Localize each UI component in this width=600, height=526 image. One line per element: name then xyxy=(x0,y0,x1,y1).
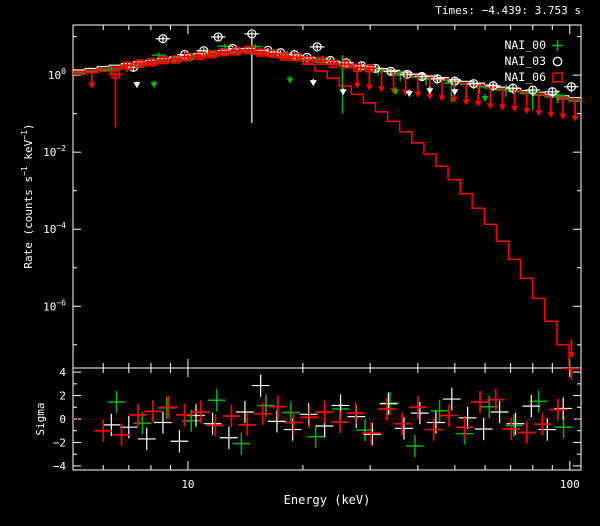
y-tick-label: 100 xyxy=(48,67,66,82)
x-tick-label: 10 xyxy=(181,478,194,491)
sigma-tick-label: 0 xyxy=(59,413,66,426)
legend-label-nai06: NAI_06 xyxy=(504,70,546,84)
data-points-nai06 xyxy=(108,45,377,128)
spectral-fit-window: Times: −4.439: 3.753 s Energy (keV) Rate… xyxy=(0,0,600,526)
legend-item-nai06: NAI_06 xyxy=(504,70,563,84)
legend-label-nai03: NAI_03 xyxy=(504,54,546,68)
square-marker-icon xyxy=(552,72,563,83)
sigma-tick-label: −2 xyxy=(53,436,66,449)
sigma-tick-label: 4 xyxy=(59,366,66,379)
y-tick-label: 10−6 xyxy=(43,298,66,313)
residuals-panel xyxy=(73,368,581,458)
y-tick-label: 10−4 xyxy=(43,221,66,236)
legend-label-nai00: NAI_00 xyxy=(504,38,546,52)
legend: NAI_00 NAI_03 NAI_06 xyxy=(504,38,563,84)
legend-item-nai00: NAI_00 xyxy=(504,38,563,52)
sigma-tick-label: 2 xyxy=(59,390,66,403)
plus-marker-icon xyxy=(552,40,563,51)
x-tick-label: 100 xyxy=(560,478,580,491)
residuals-nai03 xyxy=(102,374,573,453)
count-spectrum-plot: Times: −4.439: 3.753 s Energy (keV) Rate… xyxy=(20,4,582,507)
upper-limits-nai06 xyxy=(88,66,579,359)
x-axis-label: Energy (keV) xyxy=(284,493,371,507)
legend-item-nai03: NAI_03 xyxy=(504,54,563,68)
y-axis-label-rate: Rate (counts s−1 keV−1) xyxy=(20,123,35,268)
circle-marker-icon xyxy=(552,56,563,67)
y-axis-label-sigma: Sigma xyxy=(34,402,47,435)
model-histogram-nai06-cutoff xyxy=(73,51,570,368)
y-tick-label: 10−2 xyxy=(43,144,66,159)
upper-limits-nai03 xyxy=(133,78,459,98)
time-interval-label: Times: −4.439: 3.753 s xyxy=(435,4,581,17)
sigma-tick-label: −4 xyxy=(53,460,67,473)
axes-and-ticks: 10 100 100 10−2 10−4 10−6 4 2 0 −2 −4 xyxy=(43,24,582,491)
